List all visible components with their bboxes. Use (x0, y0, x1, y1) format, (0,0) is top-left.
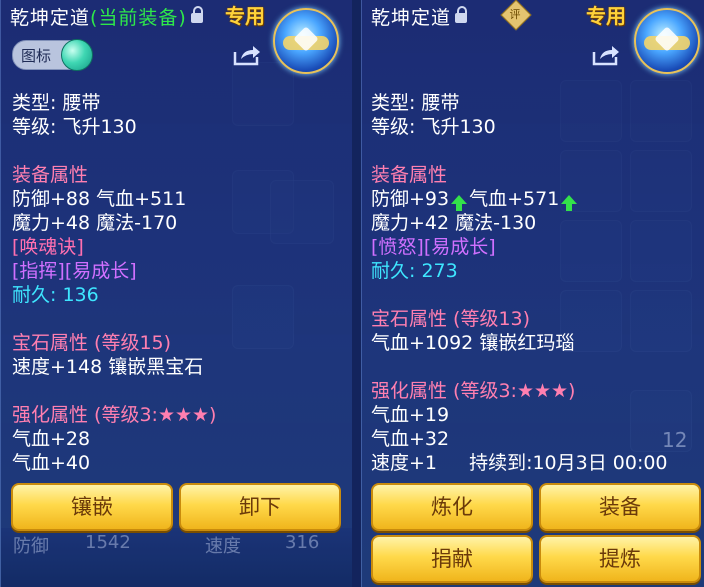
rating-badge-label: 评 (509, 7, 521, 21)
donate-button[interactable]: 捐献 (371, 535, 533, 583)
current-equip-label: (当前装备) (90, 7, 187, 29)
inlay-button[interactable]: 镶嵌 (11, 483, 173, 531)
extract-button[interactable]: 提炼 (539, 535, 701, 583)
up-arrow-icon (561, 195, 578, 211)
enhance-line-1: 气血+19 (371, 404, 450, 426)
attr-line-1: 防御+93 气血+571 (371, 184, 579, 211)
item-name: 乾坤定道 (371, 7, 452, 29)
gem-line: 速度+148 镶嵌黑宝石 (12, 356, 204, 378)
item-name: 乾坤定道 (10, 7, 91, 29)
enhance-line-2: 气血+32 (371, 428, 450, 450)
exclusive-label: 专用 (586, 4, 626, 28)
equip-button[interactable]: 装备 (539, 483, 701, 531)
item-title: 乾坤定道(当前装备) (10, 3, 203, 30)
bg-number: 12 (662, 428, 688, 452)
item-type: 类型: 腰带 (12, 92, 101, 114)
enhance-line-3: 速度+1 持续到:10月3日 00:00 (371, 448, 668, 475)
enhance-line-2: 气血+40 (12, 452, 91, 474)
attr-line-1: 防御+88 气血+511 (12, 188, 187, 210)
item-level: 等级: 飞升130 (12, 116, 137, 138)
equip-attr-header: 装备属性 (12, 164, 89, 186)
gear-emblem-icon (634, 8, 700, 74)
equip-attr-header: 装备属性 (371, 164, 448, 186)
unequip-button[interactable]: 卸下 (179, 483, 341, 531)
enhance-attr-header: 强化属性 (等级3:★★★) (371, 380, 576, 402)
share-icon[interactable] (233, 44, 261, 66)
attr-line-2: 魔力+48 魔法-170 (12, 212, 178, 234)
panel-divider (352, 0, 361, 587)
current-equipment-panel: 乾坤定道(当前装备) 专用 图标 类型: 腰带 等级: 飞升130 装备属性 防… (0, 0, 354, 587)
enhance-line-1: 气血+28 (12, 428, 91, 450)
item-level: 等级: 飞升130 (371, 116, 496, 138)
icon-toggle-label: 图标 (21, 47, 52, 65)
attr-defense: 防御+93 (371, 188, 450, 210)
gear-emblem-icon (273, 8, 339, 74)
lock-icon (190, 5, 203, 23)
share-icon[interactable] (592, 44, 620, 66)
durability: 耐久: 136 (12, 284, 99, 306)
attr-line-2: 魔力+42 魔法-130 (371, 212, 537, 234)
enhance-duration: 持续到:10月3日 00:00 (469, 452, 668, 474)
compare-equipment-panel: 乾坤定道 专用 类型: 腰带 等级: 飞升130 装备属性 防御+93 气血+57… (361, 0, 704, 587)
special-skill: [唤魂诀] (12, 236, 84, 258)
toggle-knob-icon (61, 39, 93, 71)
gem-attr-header: 宝石属性 (等级13) (371, 308, 531, 330)
gem-line: 气血+1092 镶嵌红玛瑙 (371, 332, 575, 354)
item-type: 类型: 腰带 (371, 92, 460, 114)
enhance-attr-header: 强化属性 (等级3:★★★) (12, 404, 217, 426)
background-stats-strip: 防御 1542 速度 316 (1, 528, 353, 587)
bg-defense-label: 防御 (13, 536, 49, 557)
attr-hp: 气血+571 (469, 188, 560, 210)
special-effects: [指挥][易成长] (12, 260, 137, 282)
icon-toggle[interactable]: 图标 (12, 39, 93, 71)
special-effects: [愤怒][易成长] (371, 236, 496, 258)
bg-speed-label: 速度 (205, 536, 241, 557)
exclusive-label: 专用 (225, 4, 265, 28)
item-title: 乾坤定道 (371, 3, 468, 30)
up-arrow-icon (451, 195, 468, 211)
enhance-speed: 速度+1 (371, 452, 438, 474)
bg-speed-value: 316 (285, 532, 320, 553)
gem-attr-header: 宝石属性 (等级15) (12, 332, 172, 354)
bg-defense-value: 1542 (85, 532, 131, 553)
durability: 耐久: 273 (371, 260, 458, 282)
refine-button[interactable]: 炼化 (371, 483, 533, 531)
lock-icon (455, 5, 468, 23)
